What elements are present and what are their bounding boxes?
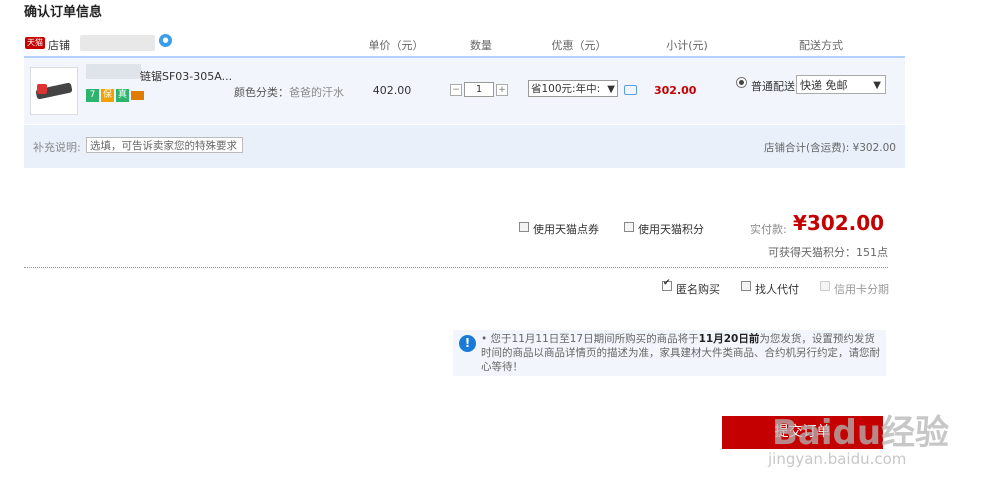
column-subtotal: 小计(元) — [666, 39, 708, 52]
chevron-down-icon: ▼ — [607, 84, 615, 95]
normal-shipping-radio[interactable] — [736, 77, 747, 88]
sku-label: 颜色分类： — [234, 86, 289, 99]
column-discount: 优惠（元） — [551, 39, 607, 52]
column-shipping: 配送方式 — [799, 39, 843, 52]
remarks-label: 补充说明: — [33, 141, 81, 154]
shop-total: 店铺合计(含运费): ¥302.00 — [764, 142, 896, 154]
chevron-down-icon: ▼ — [873, 80, 881, 91]
divider — [24, 267, 888, 268]
product-badges: 7保真 — [86, 89, 146, 103]
credit-installment-label[interactable]: 信用卡分期 — [834, 281, 889, 297]
actual-payment-label: 实付款: — [750, 223, 787, 236]
find-payer-label[interactable]: 找人代付 — [755, 281, 799, 297]
credit-card-icon[interactable] — [131, 91, 144, 100]
message-icon[interactable] — [624, 85, 637, 95]
remarks-input[interactable]: 选填，可告诉卖家您的特殊要求 — [86, 137, 243, 153]
guarantee-icon[interactable]: 保 — [101, 89, 114, 102]
remarks-row: 补充说明: 选填，可告诉卖家您的特殊要求 店铺合计(含运费): ¥302.00 — [24, 125, 905, 168]
shop-name-redacted[interactable] — [80, 35, 155, 51]
shipping-method-value: 快递 免邮 — [800, 79, 848, 92]
credit-installment-checkbox[interactable] — [820, 281, 830, 291]
unit-price: 402.00 — [372, 84, 412, 97]
use-points-checkbox[interactable] — [624, 222, 634, 232]
earned-points: 可获得天猫积分：151点 — [768, 246, 888, 259]
quantity-decrease-button[interactable]: − — [450, 83, 462, 96]
tmall-logo: 天猫 — [25, 37, 45, 49]
sku-value: 爸爸的汗水 — [289, 86, 344, 99]
normal-shipping-label: 普通配送 — [751, 80, 795, 93]
shipping-notice: ! • 您于11月11日至17日期间所购买的商品将于11月20日前为您发货，设置… — [453, 330, 886, 376]
order-item-row: 链锯SF03-305A... 7保真 颜色分类：爸爸的汗水 402.00 −1 +… — [24, 58, 905, 124]
use-points-label[interactable]: 使用天猫积分 — [638, 221, 704, 237]
notice-text-part: • 您于11月11日至17日期间所购买的商品将于 — [481, 333, 699, 345]
use-coupon-checkbox[interactable] — [519, 222, 529, 232]
sku-info: 颜色分类：爸爸的汗水 — [234, 84, 344, 100]
notice-deadline: 11月20日前 — [698, 333, 760, 345]
find-payer-checkbox[interactable] — [741, 281, 751, 291]
notice-text: • 您于11月11日至17日期间所购买的商品将于11月20日前为您发货，设置预约… — [481, 332, 885, 374]
quantity-input[interactable]: 1 — [464, 82, 494, 97]
info-icon: ! — [459, 335, 476, 352]
baidu-watermark-logo: Baidu经验 — [772, 413, 950, 453]
product-name-redacted[interactable] — [86, 64, 141, 79]
quantity-stepper: −1 + — [450, 82, 508, 97]
actual-payment-amount: ¥302.00 — [793, 211, 885, 235]
column-unit-price: 单价（元） — [368, 39, 424, 52]
order-table-header: 天猫 店铺 ● 单价（元） 数量 优惠（元） 小计(元) 配送方式 — [24, 30, 905, 58]
shipping-method-select[interactable]: 快递 免邮 ▼ — [796, 75, 886, 94]
shop-label: 店铺 — [48, 39, 70, 52]
anonymous-checkbox[interactable] — [662, 278, 672, 291]
baidu-watermark-url: jingyan.baidu.com — [768, 450, 907, 468]
promotion-select[interactable]: 省100元:年中: ▼ — [528, 80, 618, 97]
product-name-link[interactable]: 链锯SF03-305A... — [140, 68, 232, 84]
quantity-increase-button[interactable]: + — [496, 83, 508, 96]
item-subtotal: 302.00 — [654, 84, 697, 97]
wangwang-chat-icon[interactable]: ● — [159, 34, 172, 47]
product-thumbnail[interactable] — [30, 67, 78, 115]
authentic-icon[interactable]: 真 — [116, 89, 129, 102]
seven-day-return-icon[interactable]: 7 — [86, 89, 99, 102]
page-title: 确认订单信息 — [24, 5, 103, 20]
column-quantity: 数量 — [470, 39, 492, 52]
promotion-selected-value: 省100元:年中: — [531, 83, 601, 95]
anonymous-label[interactable]: 匿名购买 — [676, 281, 720, 297]
use-coupon-label[interactable]: 使用天猫点券 — [533, 221, 599, 237]
